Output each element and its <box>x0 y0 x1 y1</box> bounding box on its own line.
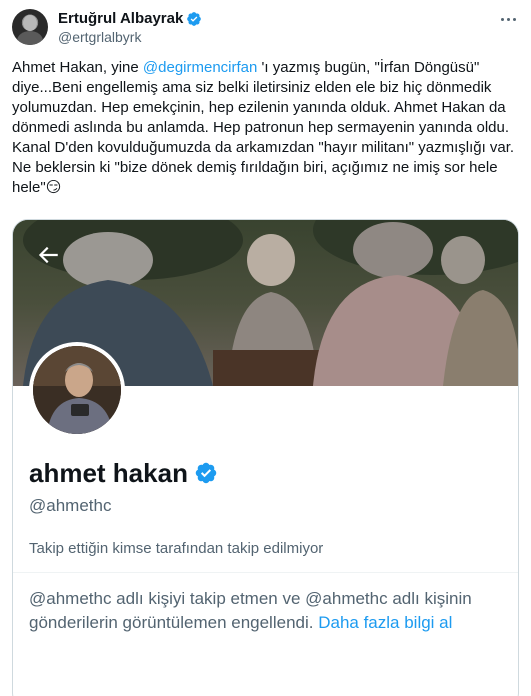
follow-context-note: Takip ettiğin kimse tarafından takip edi… <box>29 540 324 557</box>
tweet-text: Ahmet Hakan, yine @degirmencirfan 'ı yaz… <box>12 58 517 198</box>
author-avatar[interactable] <box>12 9 48 45</box>
author-display-name[interactable]: Ertuğrul Albayrak <box>58 10 183 28</box>
more-options-icon[interactable] <box>497 11 519 27</box>
tweet-text-part-1: Ahmet Hakan, yine <box>12 59 143 76</box>
divider <box>13 572 518 573</box>
author-name-row[interactable]: Ertuğrul Albayrak <box>58 10 202 28</box>
block-message: @ahmethc adlı kişiyi takip etmen ve @ahm… <box>29 587 509 635</box>
smirk-emoji: 😏 <box>45 179 62 196</box>
verified-badge-icon <box>187 12 202 26</box>
profile-handle: @ahmethc <box>29 496 112 515</box>
back-arrow-icon[interactable] <box>31 238 65 272</box>
verified-badge-icon <box>195 462 217 484</box>
author-handle[interactable]: @ertgrlalbyrk <box>58 29 141 45</box>
learn-more-link[interactable]: Daha fazla bilgi al <box>318 613 452 632</box>
embedded-profile-card[interactable]: ahmet hakan @ahmethc Takip ettiğin kimse… <box>12 219 519 696</box>
profile-name-row: ahmet hakan <box>29 458 218 488</box>
profile-avatar[interactable] <box>29 342 125 438</box>
mention-link[interactable]: @degirmencirfan <box>143 59 257 76</box>
profile-display-name: ahmet hakan <box>29 458 188 488</box>
tweet-text-part-2: 'ı yazmış bugün, "İrfan Döngüsü" diye...… <box>12 59 515 196</box>
tweet-header: Ertuğrul Albayrak @ertgrlalbyrk <box>12 9 519 47</box>
